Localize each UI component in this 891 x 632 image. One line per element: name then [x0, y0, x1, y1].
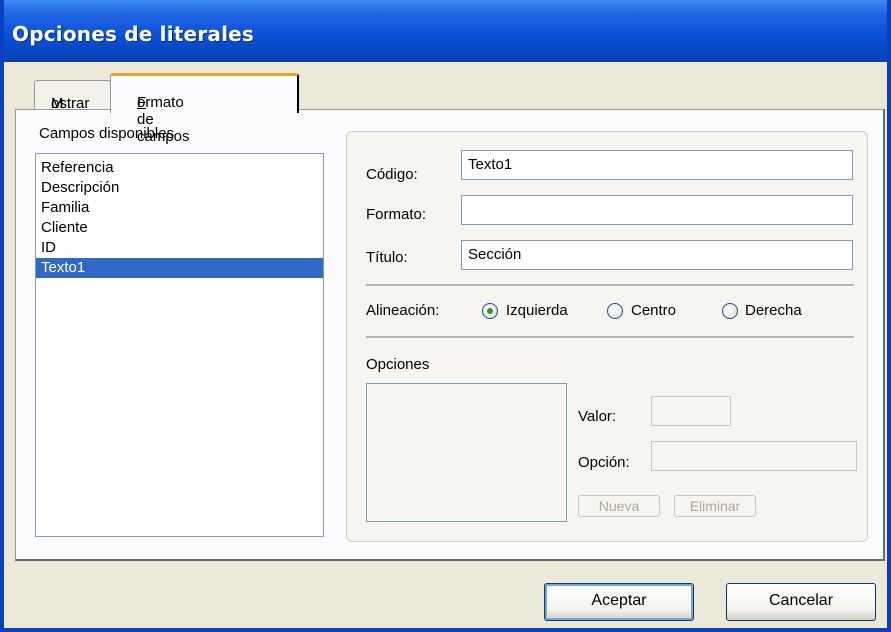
valor-input[interactable] — [651, 396, 731, 426]
radio-derecha-label[interactable]: Derecha — [745, 302, 802, 319]
tab-formato-de-campos[interactable]: Formato de campos — [110, 73, 299, 145]
list-item[interactable]: ID — [36, 238, 323, 258]
list-item[interactable]: Familia — [36, 198, 323, 218]
list-item[interactable]: Descripción — [36, 178, 323, 198]
list-item[interactable]: Cliente — [36, 218, 323, 238]
title-bar[interactable]: Opciones de literales — [4, 0, 887, 62]
list-item-selected[interactable]: Texto1 — [36, 258, 323, 278]
opciones-label: Opciones — [366, 356, 430, 373]
radio-izquierda-label[interactable]: Izquierda — [506, 302, 568, 319]
titulo-input[interactable]: Sección — [461, 240, 853, 270]
codigo-label: Código: — [366, 166, 418, 183]
radio-centro-label[interactable]: Centro — [631, 302, 676, 319]
opcion-input[interactable] — [651, 441, 857, 471]
alineacion-label: Alineación: — [366, 302, 440, 319]
dialog-window: Opciones de literales Mostrar Formato de… — [0, 0, 891, 632]
radio-centro[interactable] — [607, 303, 623, 319]
titulo-label: Título: — [366, 249, 408, 266]
window-title: Opciones de literales — [12, 22, 255, 46]
radio-derecha[interactable] — [722, 303, 738, 319]
separator — [366, 336, 854, 339]
aceptar-button[interactable]: Aceptar — [544, 583, 694, 621]
tab-mostrar[interactable]: Mostrar — [34, 80, 111, 112]
nueva-button[interactable]: Nueva — [578, 495, 660, 517]
cancelar-button[interactable]: Cancelar — [726, 583, 876, 621]
fields-listbox[interactable]: Referencia Descripción Familia Cliente I… — [35, 153, 324, 537]
list-item[interactable]: Referencia — [36, 158, 323, 178]
formato-input[interactable] — [461, 195, 853, 225]
separator — [366, 284, 854, 287]
opcion-label: Opción: — [578, 454, 630, 471]
eliminar-button[interactable]: Eliminar — [674, 495, 756, 517]
codigo-input[interactable]: Texto1 — [461, 150, 853, 180]
formato-label: Formato: — [366, 206, 427, 223]
radio-izquierda[interactable] — [482, 303, 498, 319]
options-listbox[interactable] — [366, 383, 567, 522]
valor-label: Valor: — [578, 408, 617, 425]
